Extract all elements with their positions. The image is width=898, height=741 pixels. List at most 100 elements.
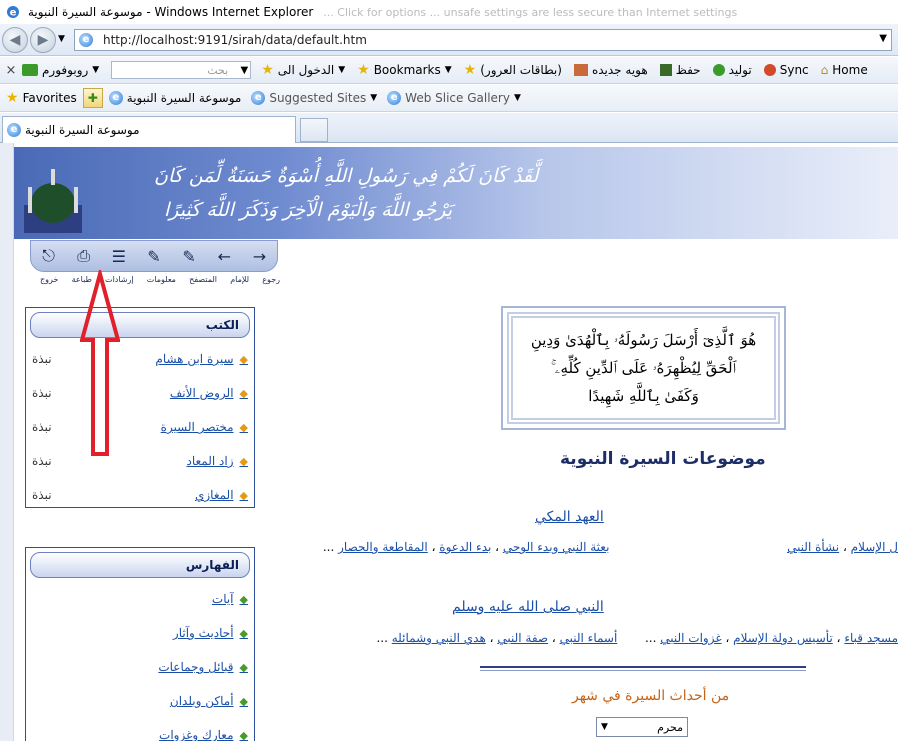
info-button[interactable]: ✎ bbox=[141, 244, 167, 268]
roboform-button[interactable]: روبوفورم ▼ bbox=[18, 63, 99, 77]
quran-verse-frame: هُوَ ٱلَّذِىٓ أَرْسَلَ رَسُولَهُۥ بِٱلْه… bbox=[507, 312, 780, 424]
address-input[interactable]: e http://localhost:9191/sirah/data/defau… bbox=[74, 29, 892, 51]
topics-title: موضوعات السيرة النبوية bbox=[560, 449, 766, 469]
search-input[interactable]: بحث ▼ bbox=[111, 61, 252, 79]
index-link[interactable]: ◆ قبائل وجماعات bbox=[158, 660, 248, 674]
month-events-title: من أحداث السيرة في شهر bbox=[572, 688, 730, 704]
chevron-down-icon: ▼ bbox=[240, 64, 249, 76]
home-button[interactable]: ⌂ Home bbox=[821, 63, 868, 77]
history-dropdown-icon[interactable]: ▼ bbox=[58, 34, 65, 44]
book-link[interactable]: ◆ زاد المعاد bbox=[187, 454, 248, 468]
chevron-down-icon: ▼ bbox=[444, 65, 452, 75]
address-url[interactable]: http://localhost:9191/sirah/data/default… bbox=[103, 33, 367, 47]
diamond-bullet-icon: ◆ bbox=[239, 694, 248, 708]
index-link[interactable]: ◆ أحاديث وآثار bbox=[173, 626, 248, 640]
book-summary-link[interactable]: نبذة bbox=[32, 454, 52, 468]
book-summary-link[interactable]: نبذة bbox=[32, 352, 52, 366]
topic-link[interactable]: أسماء النبي bbox=[560, 631, 618, 645]
forward-page-button[interactable]: ← bbox=[211, 244, 237, 268]
topic-link[interactable]: المقاطعة والحصار bbox=[338, 540, 428, 554]
home-icon: ⌂ bbox=[820, 63, 829, 77]
favorite-site-link[interactable]: e موسوعة السيرة النبوية bbox=[108, 91, 241, 105]
web-slice-gallery-button[interactable]: e Web Slice Gallery ▼ bbox=[387, 91, 521, 105]
print-button[interactable]: ⎙ bbox=[71, 244, 97, 268]
book-summary-link[interactable]: نبذة bbox=[32, 386, 52, 400]
book-link[interactable]: ◆ المغازي bbox=[195, 488, 248, 502]
chevron-down-icon: ▼ bbox=[92, 65, 100, 75]
generate-button[interactable]: توليد bbox=[712, 63, 752, 77]
suggested-sites-button[interactable]: e Suggested Sites ▼ bbox=[251, 91, 377, 105]
exit-button[interactable]: ⎋ bbox=[36, 244, 62, 268]
topic-link[interactable]: بعثة النبي وبدء الوحي bbox=[503, 540, 610, 554]
topic-link[interactable]: هدي النبي وشمائله bbox=[392, 631, 486, 645]
info-icon: ✎ bbox=[147, 246, 161, 266]
diamond-bullet-icon: ◆ bbox=[239, 660, 248, 674]
guide-button[interactable]: ☰ bbox=[106, 244, 132, 268]
index-link[interactable]: ◆ آيات bbox=[212, 592, 248, 606]
book-link[interactable]: ◆ مختصر السيرة bbox=[161, 420, 248, 434]
book-link[interactable]: ◆ سيرة ابن هشام bbox=[155, 352, 248, 366]
browser-icon: ✎ bbox=[182, 246, 196, 266]
roboform-icon bbox=[22, 64, 38, 76]
chevron-down-icon: ▼ bbox=[370, 93, 378, 103]
section-divider bbox=[480, 666, 806, 671]
identity-icon bbox=[573, 64, 588, 76]
books-panel: الكتب ◆ سيرة ابن هشام نبذة ◆ الروض الأنف نبذ… bbox=[25, 307, 255, 508]
add-favorite-icon: ✚ bbox=[87, 91, 98, 105]
meccan-era-link[interactable]: العهد المكي bbox=[535, 509, 604, 525]
topic-link[interactable]: ل الإسلام bbox=[851, 540, 898, 554]
new-identity-button[interactable]: هويه جديده bbox=[573, 63, 648, 77]
diamond-bullet-icon: ◆ bbox=[239, 626, 248, 640]
index-panel: الفهارس ◆ آيات ◆ أحاديث وآثار ◆ قبائل وجماع… bbox=[25, 547, 255, 741]
close-toolbar-icon[interactable]: × bbox=[4, 63, 18, 78]
sync-icon bbox=[763, 64, 776, 76]
guide-icon: ☰ bbox=[111, 246, 127, 266]
arrow-right-icon: → bbox=[252, 246, 267, 266]
topic-link[interactable]: غزوات النبي bbox=[660, 631, 721, 645]
book-summary-link[interactable]: نبذة bbox=[32, 420, 52, 434]
info-bar-text[interactable]: ... Click for options ... unsafe setting… bbox=[323, 6, 737, 19]
back-page-button[interactable]: → bbox=[246, 244, 272, 268]
forward-button[interactable]: ▶ bbox=[30, 27, 56, 53]
topic-link[interactable]: تأسيس دولة الإسلام bbox=[733, 631, 833, 645]
page-ie-icon: e bbox=[7, 123, 21, 137]
page-toolbar-labels: خروج طباعة إرشادات معلومات المتصفح للإما… bbox=[40, 275, 280, 284]
topic-link[interactable]: نشأة النبي bbox=[787, 540, 839, 554]
book-link[interactable]: ◆ الروض الأنف bbox=[170, 386, 248, 400]
month-select[interactable]: محرم ▼ bbox=[596, 717, 688, 737]
list-item: ◆ قبائل وجماعات bbox=[26, 650, 254, 684]
index-link[interactable]: ◆ أماكن وبلدان bbox=[170, 694, 248, 708]
tab-active[interactable]: e موسوعة السيرة النبوية bbox=[2, 116, 296, 143]
page-ie-icon: e bbox=[108, 91, 123, 105]
browser-button[interactable]: ✎ bbox=[176, 244, 202, 268]
mosque-dome-icon bbox=[24, 169, 82, 233]
diamond-bullet-icon: ◆ bbox=[239, 386, 248, 400]
index-link[interactable]: ◆ معارك وغزوات bbox=[159, 728, 248, 741]
prophet-link[interactable]: النبي صلى الله عليه وسلم bbox=[452, 599, 604, 615]
book-summary-link[interactable]: نبذة bbox=[32, 488, 52, 502]
topic-link[interactable]: مسجد قباء bbox=[844, 631, 898, 645]
chevron-down-icon: ▼ bbox=[513, 93, 521, 103]
cards-button[interactable]: ★ (بطاقات العرور) bbox=[464, 62, 562, 78]
sync-button[interactable]: Sync bbox=[763, 63, 809, 77]
page-content: لَّقَدْ كَانَ لَكُمْ فِي رَسُولِ اللَّهِ… bbox=[0, 143, 898, 741]
list-item: ◆ مختصر السيرة نبذة bbox=[26, 410, 254, 444]
save-button[interactable]: حفظ bbox=[659, 63, 701, 77]
star-icon: ★ bbox=[6, 90, 19, 106]
page-ie-icon: e bbox=[387, 91, 402, 105]
new-tab-button[interactable] bbox=[300, 118, 328, 142]
list-item: ◆ معارك وغزوات bbox=[26, 718, 254, 741]
diamond-bullet-icon: ◆ bbox=[239, 454, 248, 468]
address-dropdown-icon[interactable]: ▼ bbox=[879, 33, 887, 44]
topic-link[interactable]: بدء الدعوة bbox=[439, 540, 491, 554]
bookmarks-button[interactable]: ★ Bookmarks ▼ bbox=[357, 62, 452, 78]
address-bar-row: ◀ ▶ ▼ e http://localhost:9191/sirah/data… bbox=[0, 24, 898, 56]
add-to-favorites-button[interactable]: ✚ bbox=[82, 88, 103, 108]
back-button[interactable]: ◀ bbox=[2, 27, 28, 53]
books-panel-title: الكتب bbox=[30, 312, 250, 338]
tab-bar: e موسوعة السيرة النبوية bbox=[0, 113, 898, 143]
topic-link[interactable]: صفة النبي bbox=[497, 631, 548, 645]
diamond-bullet-icon: ◆ bbox=[239, 420, 248, 434]
favorites-button[interactable]: ★ Favorites bbox=[6, 90, 77, 106]
login-button[interactable]: ★ الدخول الى ▼ bbox=[261, 62, 345, 78]
